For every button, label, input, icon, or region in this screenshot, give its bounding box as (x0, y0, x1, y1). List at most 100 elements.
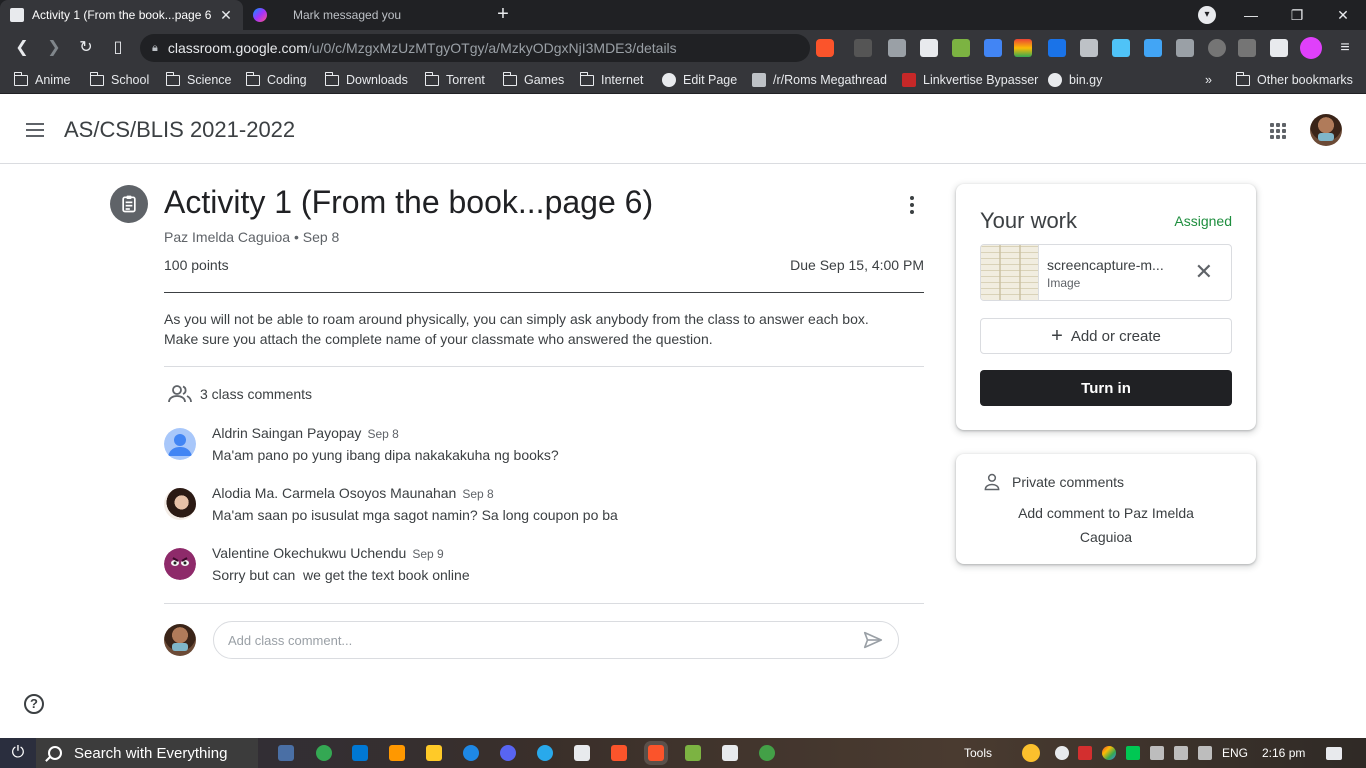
tray-icon[interactable] (1055, 746, 1069, 760)
vscode-icon[interactable] (352, 745, 368, 761)
notion-icon[interactable] (920, 39, 938, 57)
bookmark-link[interactable]: Edit Page (662, 71, 737, 89)
profile-icon[interactable] (1300, 37, 1322, 59)
address-bar[interactable]: 🔒︎ classroom.google.com/u/0/c/MzgxMzUzMT… (140, 34, 810, 62)
comments-count: 3 class comments (200, 386, 313, 402)
add-private-comment-link[interactable]: Add comment to Paz Imelda Caguioa (996, 501, 1216, 549)
class-comments-header[interactable]: 3 class comments (168, 384, 312, 404)
attachment-type: Image (1047, 276, 1081, 290)
tray-icon[interactable] (1078, 746, 1092, 760)
ublock-icon[interactable] (1208, 39, 1226, 57)
brave-active-icon[interactable] (648, 745, 664, 761)
bookmark-folder[interactable]: Games (502, 71, 564, 89)
add-or-create-button[interactable]: + Add or create (980, 318, 1232, 354)
app-icon[interactable] (722, 745, 738, 761)
network-icon[interactable] (1150, 746, 1164, 760)
extension-icon[interactable] (1080, 39, 1098, 57)
menu-icon[interactable]: ≡ (1336, 39, 1354, 57)
camera-extension-icon[interactable] (888, 39, 906, 57)
google-apps-icon[interactable] (1270, 123, 1286, 139)
your-work-card: Your work Assigned screencapture-m... Im… (956, 184, 1256, 430)
bookmark-link[interactable]: /r/Roms Megathread (752, 71, 887, 89)
shield-icon[interactable] (1238, 39, 1256, 57)
taskbar-search[interactable]: Search with Everything (36, 738, 258, 768)
app-icon[interactable] (759, 745, 775, 761)
file-explorer-icon[interactable] (426, 745, 442, 761)
bookmark-link[interactable]: bin.gy (1048, 71, 1102, 89)
bookmark-folder[interactable]: Internet (579, 71, 643, 89)
send-icon[interactable] (862, 629, 884, 651)
restore-button[interactable]: ❐ (1274, 0, 1320, 30)
clock[interactable]: 2:16 pm (1262, 738, 1305, 768)
extension-icon[interactable] (1014, 39, 1032, 57)
folder-icon (165, 71, 180, 86)
puzzle-icon[interactable] (1270, 39, 1288, 57)
bookmark-icon[interactable]: ▯ (107, 37, 129, 59)
remove-attachment-icon[interactable]: ✕ (1195, 261, 1213, 283)
browser-toolbar: ❮ ❯ ↻ ▯ 🔒︎ classroom.google.com/u/0/c/Mz… (0, 30, 1366, 66)
app-icon[interactable] (278, 745, 294, 761)
help-icon[interactable]: ? (24, 694, 44, 714)
start-icon[interactable]: ⏻ (0, 738, 36, 768)
bookmarks-overflow-icon[interactable]: » (1205, 71, 1212, 89)
bookmark-folder[interactable]: School (89, 71, 149, 89)
notion-icon[interactable] (574, 745, 590, 761)
attachment-item[interactable]: screencapture-m... Image ✕ (980, 244, 1232, 301)
language-indicator[interactable]: ENG (1222, 738, 1248, 768)
chrome-tray-icon[interactable] (1102, 746, 1116, 760)
main-menu-icon[interactable] (26, 123, 44, 137)
app-icon[interactable] (316, 745, 332, 761)
assignment-points: 100 points (164, 257, 229, 273)
extension-icon[interactable] (1176, 39, 1194, 57)
reload-icon[interactable]: ↻ (75, 37, 97, 59)
minimize-button[interactable]: — (1228, 0, 1274, 30)
bookmark-folder[interactable]: Science (165, 71, 231, 89)
other-bookmarks[interactable]: Other bookmarks (1235, 71, 1353, 89)
volume-icon[interactable] (1198, 746, 1212, 760)
assignment-meta: Paz Imelda Caguioa • Sep 8 (164, 229, 340, 245)
discord-icon[interactable] (500, 745, 516, 761)
turn-in-button[interactable]: Turn in (980, 370, 1232, 406)
class-title[interactable]: AS/CS/BLIS 2021-2022 (64, 117, 295, 143)
linkvertise-icon (902, 73, 916, 87)
app-icon[interactable] (463, 745, 479, 761)
bookmark-folder[interactable]: Coding (245, 71, 307, 89)
tab-activity[interactable]: Activity 1 (From the book...page 6 ✕ (0, 0, 243, 30)
comment-text: Ma'am pano po yung ibang dipa nakakakuha… (212, 447, 559, 463)
sublime-icon[interactable] (389, 745, 405, 761)
translate-icon[interactable] (984, 39, 1002, 57)
comment-date: Sep 9 (412, 547, 444, 561)
weather-icon[interactable] (1022, 744, 1040, 762)
tab-close-icon[interactable]: ✕ (219, 7, 233, 24)
android-icon[interactable] (685, 745, 701, 761)
tab-title: Activity 1 (From the book...page 6 (32, 8, 212, 22)
bookmark-link[interactable]: Linkvertise Bypasser (902, 71, 1038, 89)
brave-shields-icon[interactable] (816, 39, 834, 57)
extension-icon[interactable] (1048, 39, 1066, 57)
description-line: As you will not be able to roam around p… (164, 311, 869, 327)
bookmark-folder[interactable]: Downloads (324, 71, 408, 89)
bookmark-folder[interactable]: Anime (13, 71, 70, 89)
battery-icon[interactable] (1174, 746, 1188, 760)
close-window-button[interactable]: ✕ (1320, 0, 1366, 30)
extension-icon[interactable] (854, 39, 872, 57)
tab-messenger[interactable]: Mark messaged you (243, 0, 483, 30)
extension-icon[interactable] (952, 39, 970, 57)
back-icon[interactable]: ❮ (11, 37, 33, 59)
tools-toolbar[interactable]: Tools (964, 738, 992, 768)
account-avatar[interactable] (1310, 114, 1342, 146)
extension-icon[interactable] (1112, 39, 1130, 57)
extension-icon[interactable] (1144, 39, 1162, 57)
class-comment-field[interactable] (213, 621, 899, 659)
forward-icon[interactable]: ❯ (43, 37, 65, 59)
more-options-icon[interactable] (905, 194, 919, 216)
bookmark-folder[interactable]: Torrent (424, 71, 485, 89)
tray-icon[interactable] (1126, 746, 1140, 760)
telegram-icon[interactable] (537, 745, 553, 761)
folder-icon (324, 71, 339, 86)
new-tab-button[interactable]: + (492, 3, 514, 25)
tab-search-icon[interactable]: ▾ (1198, 6, 1216, 24)
brave-icon[interactable] (611, 745, 627, 761)
notifications-icon[interactable] (1326, 747, 1342, 760)
class-comment-input[interactable] (228, 632, 862, 648)
